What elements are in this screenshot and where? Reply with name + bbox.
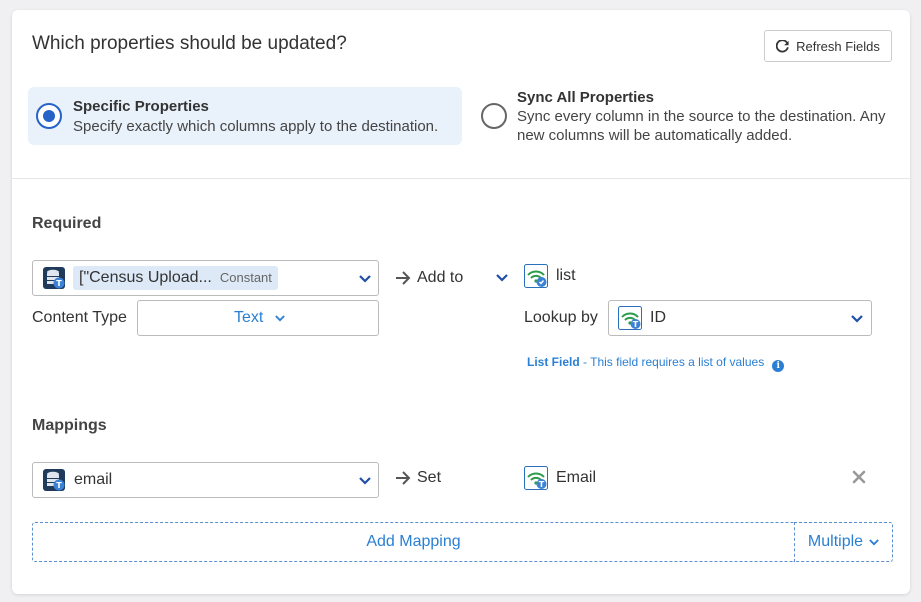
chevron-down-icon xyxy=(275,315,285,322)
multiple-dropdown-button[interactable]: Multiple xyxy=(794,522,893,562)
close-icon[interactable] xyxy=(852,470,866,484)
add-mapping-button[interactable]: Add Mapping xyxy=(32,522,794,562)
specific-properties-title: Specific Properties xyxy=(73,98,209,115)
source-value: ["Census Upload... xyxy=(79,269,212,286)
required-source-select[interactable]: T ["Census Upload... Constant xyxy=(32,260,379,296)
specific-properties-description: Specify exactly which columns apply to t… xyxy=(73,118,439,135)
wifi-list-icon xyxy=(524,264,548,288)
svg-text:T: T xyxy=(56,481,62,490)
lookup-label: Lookup by xyxy=(524,309,598,326)
required-section-label: Required xyxy=(32,215,102,232)
arrow-right-icon xyxy=(396,471,411,485)
content-type-label: Content Type xyxy=(32,309,127,326)
content-type-select[interactable]: Text xyxy=(137,300,379,336)
target-list: list xyxy=(556,267,576,284)
refresh-fields-label: Refresh Fields xyxy=(796,38,880,54)
hint-text: - This field requires a list of values xyxy=(579,355,765,369)
mapping-source-value: email xyxy=(74,471,113,488)
properties-card: Which properties should be updated? Refr… xyxy=(12,10,910,594)
lookup-select[interactable]: T ID xyxy=(608,300,872,336)
list-field-hint: List Field - This field requires a list … xyxy=(527,355,785,372)
chevron-down-icon xyxy=(851,315,863,323)
operation-add-to: Add to xyxy=(417,269,464,286)
database-text-icon: T xyxy=(43,267,65,289)
chevron-down-icon xyxy=(359,477,371,485)
lookup-value: ID xyxy=(650,309,666,326)
sync-all-properties-radio[interactable] xyxy=(481,103,507,129)
refresh-fields-button[interactable]: Refresh Fields xyxy=(764,30,892,62)
wifi-text-icon: T xyxy=(618,306,642,330)
source-badge: Constant xyxy=(219,270,272,285)
mapping-target: Email xyxy=(556,469,597,486)
sync-all-properties-title: Sync All Properties xyxy=(517,89,654,106)
svg-text:T: T xyxy=(56,279,62,288)
database-text-icon: T xyxy=(43,469,65,491)
wifi-text-icon: T xyxy=(524,466,548,490)
hint-title: List Field xyxy=(527,355,580,369)
operation-chevron-down-icon[interactable] xyxy=(496,274,508,282)
option-sync-all-properties[interactable]: Sync All Properties Sync every column in… xyxy=(472,87,892,145)
refresh-icon xyxy=(776,39,789,52)
svg-text:T: T xyxy=(539,480,545,489)
mapping-source-select[interactable]: T email xyxy=(32,462,379,498)
arrow-right-icon xyxy=(396,271,411,285)
chevron-down-icon xyxy=(869,538,879,545)
mappings-section-label: Mappings xyxy=(32,417,107,434)
add-mapping-label: Add Mapping xyxy=(366,533,461,550)
chevron-down-icon xyxy=(359,275,371,283)
specific-properties-radio[interactable] xyxy=(36,103,62,129)
section-divider xyxy=(12,178,910,179)
multiple-label: Multiple xyxy=(807,533,864,550)
svg-text:T: T xyxy=(633,320,639,329)
source-value-pill: ["Census Upload... Constant xyxy=(73,266,278,290)
option-specific-properties[interactable]: Specific Properties Specify exactly whic… xyxy=(28,87,462,145)
sync-all-properties-description: Sync every column in the source to the d… xyxy=(517,108,886,144)
mapping-operation: Set xyxy=(417,469,442,486)
page-title: Which properties should be updated? xyxy=(32,33,347,54)
content-type-value: Text xyxy=(234,309,264,326)
info-icon[interactable]: i xyxy=(772,360,785,372)
